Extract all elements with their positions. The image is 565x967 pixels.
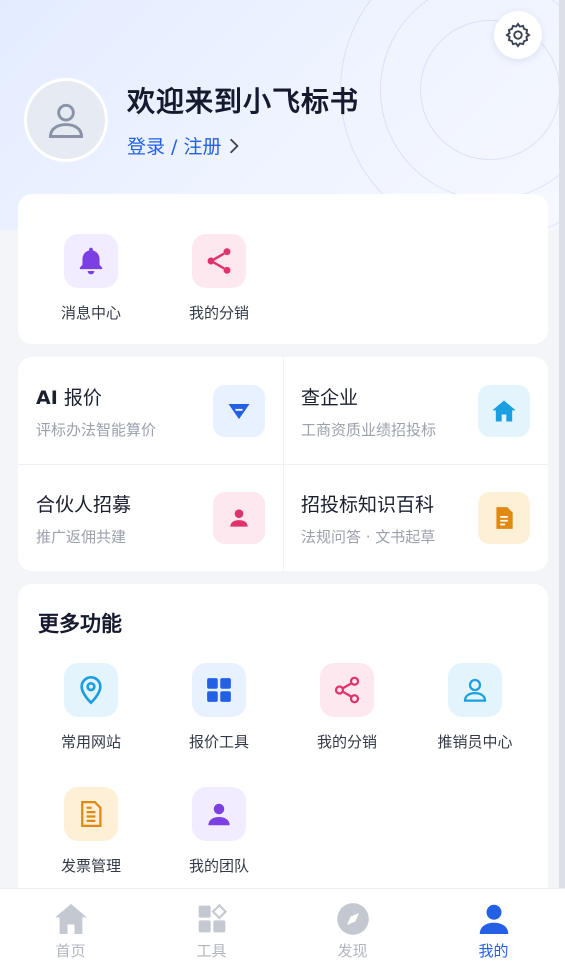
document-icon — [496, 507, 513, 529]
my-distribution-label: 我的分销 — [188, 304, 249, 322]
tab-mine-label: 我的 — [478, 942, 509, 960]
invoice-icon — [81, 801, 102, 827]
ai-quote-subtitle: 评标办法智能算价 — [36, 421, 157, 439]
message-center-button[interactable]: 消息中心 — [36, 234, 146, 323]
grid-icon — [207, 678, 231, 702]
welcome-title: 欢迎来到小飞标书 — [127, 85, 360, 118]
company-lookup-subtitle: 工商资质业绩招投标 — [301, 421, 437, 439]
salesman-center-button[interactable]: 推销员中心 — [420, 663, 530, 752]
quote-tools-button[interactable]: 报价工具 — [164, 663, 274, 752]
person-icon — [230, 509, 248, 527]
my-distribution-more-button[interactable]: 我的分销 — [292, 663, 402, 752]
bidding-wiki-title: 招投标知识百科 — [301, 494, 435, 516]
partner-recruit-title: 合伙人招募 — [36, 494, 132, 516]
more-features-card: 更多功能 常用网站 报价工具 我的分销 推销员中心 发票管理 我的团队 — [18, 584, 548, 904]
tab-tools-label: 工具 — [196, 942, 227, 960]
salesman-center-label: 推销员中心 — [437, 733, 513, 751]
login-label: 登录 / 注册 — [127, 136, 222, 158]
bell-icon — [79, 247, 103, 275]
services-card: AI 报价 评标办法智能算价 查企业 工商资质业绩招投标 合伙人招募 推广返佣共… — [18, 357, 548, 571]
tools-icon — [198, 903, 227, 933]
home-icon — [54, 903, 87, 935]
my-team-button[interactable]: 我的团队 — [164, 787, 274, 876]
team-icon — [208, 803, 230, 826]
ai-quote-button[interactable]: AI 报价 评标办法智能算价 — [18, 357, 283, 464]
message-center-label: 消息中心 — [60, 304, 121, 322]
tab-home-label: 首页 — [55, 942, 86, 960]
gem-icon — [228, 404, 250, 420]
more-features-title: 更多功能 — [38, 612, 122, 636]
tab-mine[interactable]: 我的 — [423, 889, 564, 967]
avatar[interactable] — [24, 78, 108, 162]
compass-icon — [336, 903, 369, 935]
invoice-management-label: 发票管理 — [60, 857, 121, 875]
partner-recruit-button[interactable]: 合伙人招募 推广返佣共建 — [18, 464, 283, 571]
partner-recruit-subtitle: 推广返佣共建 — [36, 528, 127, 546]
company-lookup-button[interactable]: 查企业 工商资质业绩招投标 — [283, 357, 548, 464]
my-distribution-more-label: 我的分销 — [316, 733, 377, 751]
share-icon — [334, 676, 360, 704]
bidding-wiki-button[interactable]: 招投标知识百科 法规问答 · 文书起草 — [283, 464, 548, 571]
invoice-management-button[interactable]: 发票管理 — [36, 787, 146, 876]
gear-icon — [505, 22, 531, 48]
ai-prefix: AI — [36, 387, 58, 409]
company-lookup-title: 查企业 — [301, 387, 359, 409]
scrollbar[interactable] — [559, 0, 565, 888]
user-outline-icon — [463, 678, 487, 702]
login-register-link[interactable]: 登录 / 注册 — [127, 132, 241, 159]
ai-quote-title: 报价 — [57, 387, 102, 409]
my-distribution-button[interactable]: 我的分销 — [164, 234, 274, 323]
tab-discover[interactable]: 发现 — [282, 889, 423, 967]
location-pin-icon — [80, 676, 102, 705]
chevron-right-icon — [230, 138, 240, 153]
quick-actions-card: 消息中心 我的分销 — [18, 194, 548, 344]
quote-tools-label: 报价工具 — [188, 733, 249, 751]
tab-home[interactable]: 首页 — [0, 889, 141, 967]
profile-icon — [479, 904, 508, 934]
tab-discover-label: 发现 — [337, 942, 368, 960]
bidding-wiki-subtitle: 法规问答 · 文书起草 — [301, 528, 436, 546]
common-sites-button[interactable]: 常用网站 — [36, 663, 146, 752]
tab-tools[interactable]: 工具 — [141, 889, 282, 967]
user-placeholder-icon — [48, 103, 84, 138]
settings-button[interactable] — [494, 11, 542, 59]
common-sites-label: 常用网站 — [60, 733, 121, 751]
home-icon — [492, 400, 516, 422]
share-icon — [207, 248, 231, 274]
bottom-tab-bar: 首页 工具 发现 我的 — [0, 888, 565, 967]
my-team-label: 我的团队 — [188, 857, 249, 875]
